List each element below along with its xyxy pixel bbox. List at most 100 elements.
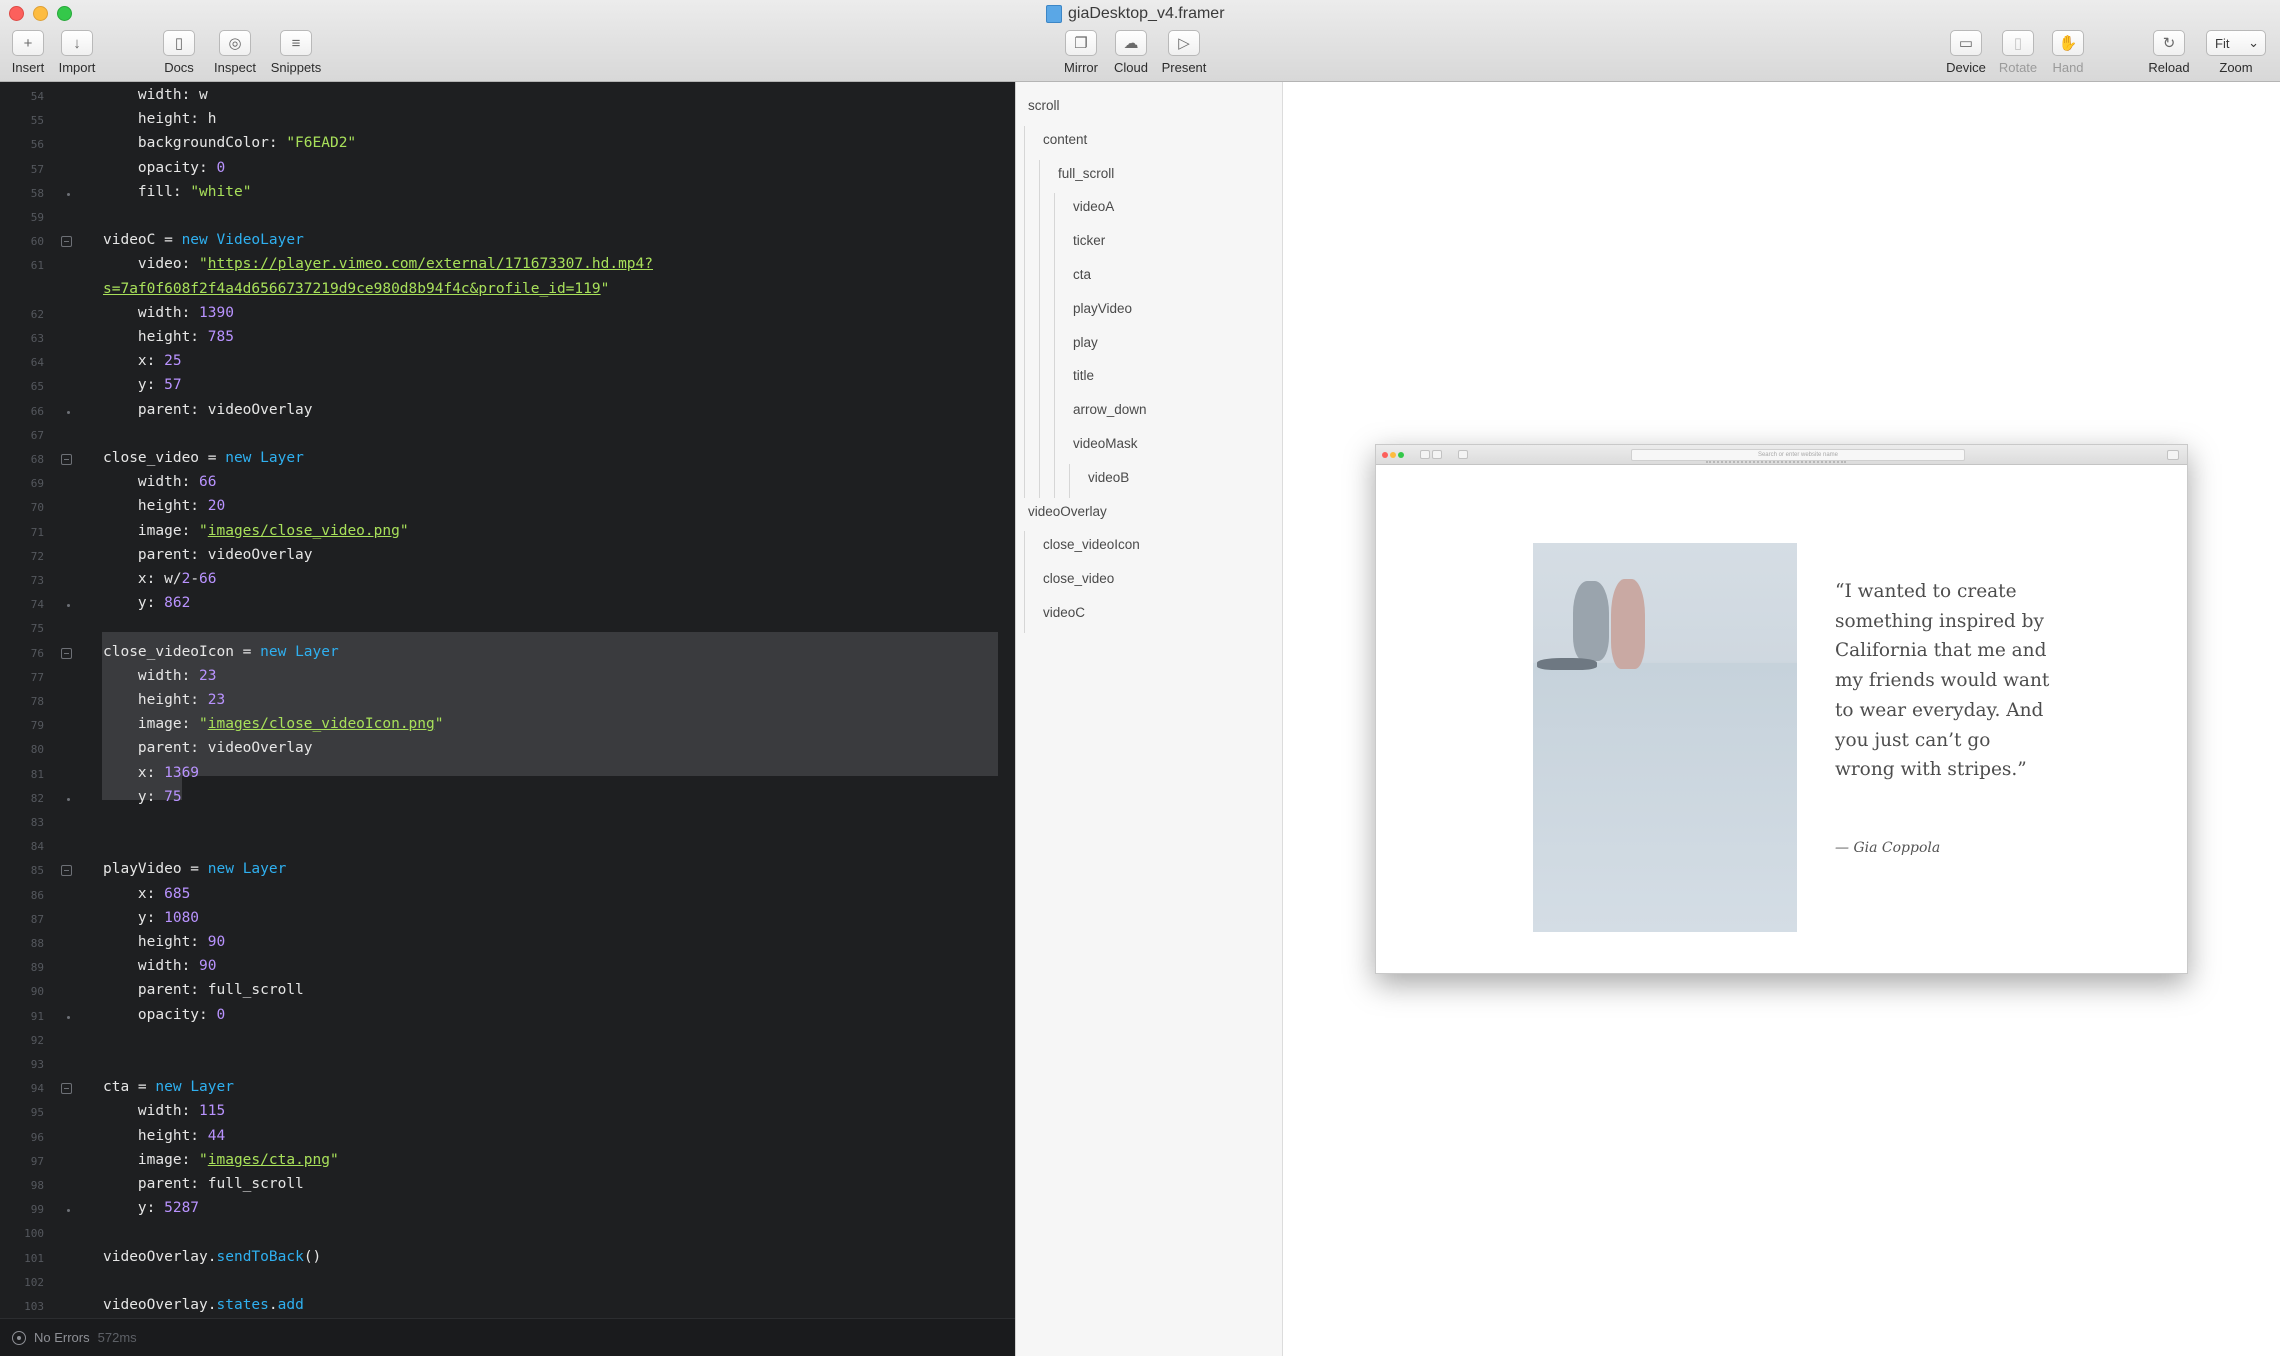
fold-toggle-icon[interactable] (61, 647, 72, 659)
code-line[interactable]: height: 20 (103, 498, 225, 514)
code-line[interactable]: y: 1080 (103, 910, 199, 926)
code-editor[interactable]: 54 width: w 55 height: h 56 backgroundColo… (0, 82, 1015, 1318)
code-token: add (277, 1297, 304, 1313)
layer-item[interactable]: videoA (1073, 199, 1114, 214)
code-line[interactable]: x: 1369 (103, 765, 199, 781)
fold-toggle-icon[interactable] (61, 1083, 72, 1095)
close-window-button[interactable] (9, 6, 24, 21)
reload-button[interactable]: ↻ Reload (2136, 30, 2202, 75)
code-line[interactable]: videoC = new VideoLayer (103, 232, 304, 248)
code-token: " (399, 522, 409, 539)
code-token: sendToBack (216, 1248, 304, 1265)
code-line[interactable]: parent: full_scroll (103, 1176, 304, 1192)
code-line[interactable]: x: w/2-66 (103, 571, 217, 587)
code-line[interactable]: videoOverlay.states.add (103, 1297, 304, 1313)
code-token: 2 (181, 571, 191, 587)
layer-item[interactable]: play (1073, 335, 1098, 350)
code-line[interactable]: x: 25 (103, 353, 182, 369)
inspect-button[interactable]: ◎ Inspect (202, 30, 268, 75)
code-line[interactable]: parent: full_scroll (103, 982, 304, 998)
code-line[interactable]: close_video = new Layer (103, 450, 304, 466)
code-token: video: (103, 256, 200, 273)
layer-item[interactable]: title (1073, 368, 1094, 383)
code-line[interactable]: height: 90 (103, 934, 225, 950)
code-line[interactable]: height: 44 (103, 1128, 225, 1144)
fold-toggle-icon[interactable] (61, 236, 72, 248)
code-token: https://player.vimeo.com/external/171673… (207, 256, 653, 273)
code-token: image: (103, 522, 200, 539)
code-line[interactable]: parent: videoOverlay (103, 402, 313, 418)
device-browser-frame: Search or enter website name “I wanted t… (1375, 444, 2188, 974)
present-button[interactable]: ▷ Present (1151, 30, 1217, 75)
code-line[interactable]: parent: videoOverlay (103, 740, 313, 756)
line-number: 94 (30, 1082, 44, 1096)
code-line[interactable]: s=7af0f608f2f4a4d6566737219d9ce980d8b94f… (103, 281, 609, 297)
layer-item[interactable]: videoMask (1073, 436, 1138, 451)
layer-item[interactable]: playVideo (1073, 301, 1132, 316)
line-number: 66 (30, 404, 44, 418)
fold-toggle-icon[interactable] (61, 865, 72, 877)
code-line[interactable]: width: 1390 (103, 305, 234, 321)
layer-item[interactable]: cta (1073, 267, 1091, 282)
code-line[interactable]: width: 23 (103, 668, 217, 684)
layer-item[interactable]: content (1043, 132, 1087, 147)
code-line[interactable]: fill: "white" (103, 184, 252, 200)
code-line[interactable]: width: 90 (103, 958, 217, 974)
layer-item[interactable]: videoB (1088, 470, 1129, 485)
code-token: x: (103, 885, 165, 902)
code-line[interactable]: y: 862 (103, 595, 190, 611)
code-line[interactable]: height: 785 (103, 329, 234, 345)
code-line[interactable]: x: 685 (103, 886, 190, 902)
code-line[interactable]: height: 23 (103, 692, 225, 708)
code-line[interactable]: height: h (103, 111, 217, 127)
minimize-window-button[interactable] (33, 6, 48, 21)
layer-item[interactable]: scroll (1028, 98, 1060, 113)
sidebar-icon (1458, 450, 1468, 459)
layer-item[interactable]: close_video (1043, 571, 1114, 586)
line-number: 78 (30, 695, 44, 708)
snippets-button[interactable]: ≡ Snippets (263, 30, 329, 75)
layer-item[interactable]: close_videoIcon (1043, 537, 1140, 552)
layer-item[interactable]: arrow_down (1073, 402, 1147, 417)
code-token: height: (103, 498, 208, 515)
code-line[interactable]: image: "images/close_video.png" (103, 523, 409, 539)
code-line[interactable]: image: "images/cta.png" (103, 1152, 339, 1168)
code-line[interactable]: y: 57 (103, 377, 182, 393)
code-token: width: (103, 304, 200, 321)
import-button[interactable]: ↓ Import (44, 30, 110, 75)
layer-item[interactable]: full_scroll (1058, 166, 1114, 181)
code-line[interactable]: cta = new Layer (103, 1079, 234, 1095)
code-token: Layer (295, 643, 339, 660)
code-line[interactable]: width: 115 (103, 1103, 225, 1119)
code-line[interactable]: image: "images/close_videoIcon.png" (103, 716, 444, 732)
photo-two-girls-on-wall (1533, 543, 1797, 932)
layer-item[interactable]: ticker (1073, 233, 1105, 248)
maximize-window-button[interactable] (57, 6, 72, 21)
line-number: 84 (30, 840, 44, 854)
code-line[interactable]: width: 66 (103, 474, 217, 490)
code-line[interactable]: parent: videoOverlay (103, 547, 313, 563)
hand-button[interactable]: ✋ Hand (2035, 30, 2101, 75)
layer-item[interactable]: videoOverlay (1028, 504, 1107, 519)
code-token: images/close_video.png (207, 522, 400, 539)
zoom-select[interactable]: Fit ⌄ (2206, 30, 2266, 56)
zoom-control[interactable]: Fit ⌄ Zoom (2203, 30, 2269, 75)
code-line[interactable]: opacity: 0 (103, 1007, 225, 1023)
code-line[interactable]: playVideo = new Layer (103, 861, 286, 877)
code-line[interactable]: width: w (103, 87, 208, 103)
chevron-down-icon: ⌄ (2248, 35, 2259, 50)
code-line[interactable]: y: 5287 (103, 1200, 199, 1216)
code-token: 5287 (164, 1200, 200, 1217)
code-line[interactable]: video: "https://player.vimeo.com/externa… (103, 256, 653, 272)
fold-toggle-icon[interactable] (61, 454, 72, 465)
code-line[interactable]: opacity: 0 (103, 160, 225, 176)
zoom-value: Fit (2215, 35, 2230, 51)
code-line[interactable]: videoOverlay.sendToBack() (103, 1249, 321, 1265)
code-line[interactable]: backgroundColor: "F6EAD2" (103, 135, 356, 151)
code-line[interactable]: y: 75 (103, 789, 182, 805)
tree-guide-line (1024, 531, 1025, 633)
present-label: Present (1161, 60, 1207, 75)
fold-end-marker (67, 1209, 70, 1213)
code-line[interactable]: close_videoIcon = new Layer (103, 644, 339, 660)
layer-item[interactable]: videoC (1043, 605, 1085, 620)
